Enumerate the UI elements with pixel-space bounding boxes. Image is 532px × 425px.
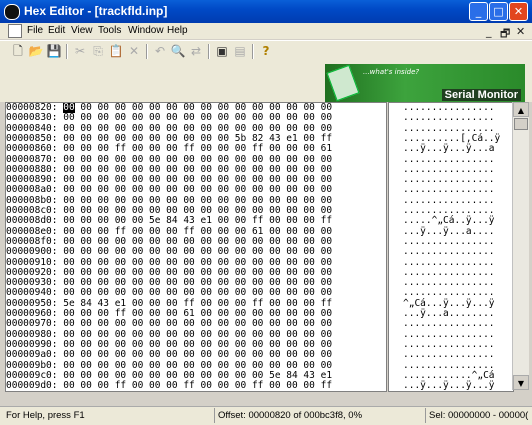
title-bar: Hex Editor - [trackfld.inp] _ □ ✕ — [0, 0, 532, 23]
row-bytes[interactable]: 00 00 00 ff 00 00 00 ff 00 00 00 ff 00 0… — [63, 380, 332, 391]
ascii-row[interactable]: ................ — [403, 247, 495, 257]
vertical-scrollbar[interactable]: ▲ ▼ — [512, 102, 529, 390]
replace-icon[interactable]: ⇄ — [188, 43, 204, 59]
status-help: For Help, press F1 — [6, 410, 85, 421]
paste-icon[interactable]: 📋 — [108, 43, 124, 59]
window-icon[interactable]: ▣ — [214, 43, 230, 59]
scroll-down-icon[interactable]: ▼ — [513, 375, 529, 390]
cut-icon[interactable]: ✂ — [72, 43, 88, 59]
ascii-row[interactable]: ................ — [403, 154, 495, 165]
new-icon[interactable]: 🗋 — [10, 43, 26, 59]
open-icon[interactable]: 📂 — [28, 43, 44, 59]
status-separator — [425, 408, 426, 423]
serial-monitor-banner[interactable]: ...what's inside? Serial Monitor — [325, 64, 525, 102]
find-icon[interactable]: 🔍 — [170, 43, 186, 59]
menu-tools[interactable]: Tools — [98, 25, 121, 36]
menu-edit[interactable]: Edit — [48, 25, 65, 36]
delete-icon[interactable]: ✕ — [126, 43, 142, 59]
banner-tagline: ...what's inside? — [363, 68, 420, 76]
menu-view[interactable]: View — [71, 25, 93, 36]
banner-product-name: Serial Monitor — [441, 89, 521, 101]
toolbar-separator — [208, 44, 210, 59]
mdi-minimize-button[interactable]: _ — [486, 25, 492, 38]
scroll-up-icon[interactable]: ▲ — [513, 102, 529, 117]
close-button[interactable]: ✕ — [509, 2, 528, 21]
ascii-row[interactable]: ...ÿ...ÿ...ÿ...a — [403, 144, 495, 154]
ascii-row[interactable]: ................ — [403, 257, 495, 268]
help-icon[interactable]: ? — [258, 43, 274, 59]
ascii-row[interactable]: ................ — [403, 360, 495, 371]
ascii-row[interactable]: ................ — [403, 113, 495, 123]
menu-bar: File Edit View Tools Window Help _ 🗗 ✕ — [0, 23, 532, 40]
ascii-row[interactable]: ................ — [403, 185, 495, 195]
document-icon[interactable] — [8, 24, 22, 38]
status-selection: Sel: 00000000 - 00000( — [429, 410, 529, 421]
toolbar: 🗋 📂 💾 ✂ ⎘ 📋 ✕ ↶ 🔍 ⇄ ▣ ▤ ? — [0, 40, 532, 63]
hex-pane[interactable]: 00000820: 00 00 00 00 00 00 00 00 00 00 … — [5, 102, 387, 392]
window-list-icon[interactable]: ▤ — [232, 43, 248, 59]
status-bar: For Help, press F1 Offset: 00000820 of 0… — [0, 406, 532, 425]
status-offset: Offset: 00000820 of 000bc3f8, 0% — [218, 410, 363, 421]
menu-window[interactable]: Window — [128, 25, 164, 36]
undo-icon[interactable]: ↶ — [152, 43, 168, 59]
toolbar-separator — [66, 44, 68, 59]
status-separator — [214, 408, 215, 423]
ascii-row[interactable]: ................ — [403, 350, 495, 360]
copy-icon[interactable]: ⎘ — [90, 43, 106, 59]
scroll-thumb[interactable] — [514, 118, 528, 130]
window-title: Hex Editor - [trackfld.inp] — [24, 4, 168, 18]
mdi-close-button[interactable]: ✕ — [516, 25, 525, 38]
hex-row[interactable]: 000009d0: 00 00 00 ff 00 00 00 ff 00 00 … — [6, 381, 332, 391]
ascii-row[interactable]: .....^„Cá..ÿ...ÿ — [403, 216, 495, 226]
serial-device-icon — [326, 64, 360, 102]
menu-help[interactable]: Help — [167, 25, 188, 36]
ascii-pane[interactable]: ........................................… — [388, 102, 514, 392]
ascii-row[interactable]: ...ÿ...ÿ...ÿ...ÿ — [403, 381, 495, 391]
app-icon[interactable] — [4, 4, 20, 20]
row-address: 000009d0: — [6, 380, 58, 392]
ascii-row[interactable]: ................ — [403, 288, 495, 298]
save-icon[interactable]: 💾 — [46, 43, 62, 59]
ascii-row[interactable]: ................ — [403, 319, 495, 329]
toolbar-separator — [146, 44, 148, 59]
minimize-button[interactable]: _ — [469, 2, 488, 21]
menu-file[interactable]: File — [27, 25, 43, 36]
toolbar-separator — [252, 44, 254, 59]
maximize-button[interactable]: □ — [489, 2, 508, 21]
